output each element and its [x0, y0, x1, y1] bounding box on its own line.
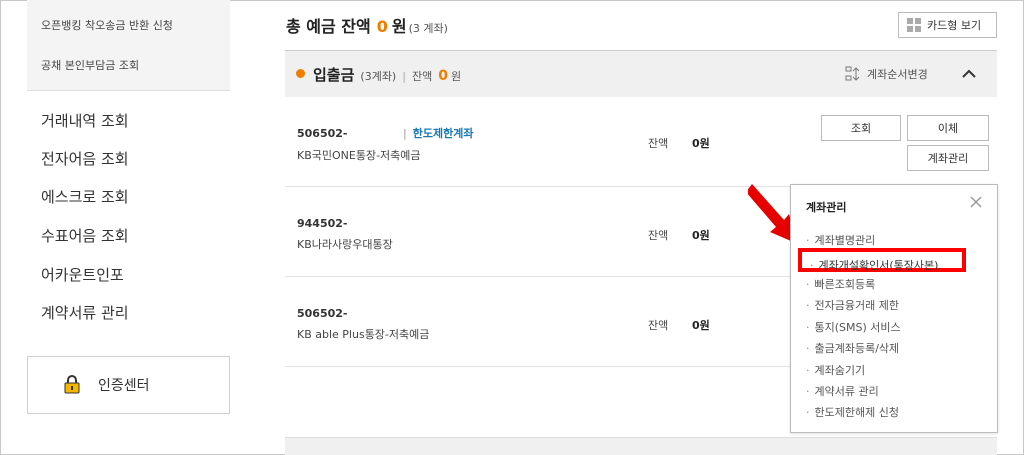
- total-balance-title: 총 예금 잔액: [286, 17, 371, 36]
- balance-label: 잔액: [648, 319, 669, 332]
- popup-item-e-finance-limit[interactable]: 전자금융거래 제한: [806, 297, 899, 313]
- next-section-header: [285, 437, 997, 455]
- popup-item-account-certificate[interactable]: 계좌개설확인서(통장사본): [810, 257, 939, 273]
- account-number: 506502-: [297, 307, 348, 320]
- popup-item-quick-inquiry[interactable]: 빠른조회등록: [806, 276, 876, 292]
- section-account-count: (3계좌): [360, 70, 397, 83]
- sidebar-item-transaction-history[interactable]: 거래내역 조회: [41, 110, 129, 131]
- cert-center-label: 인증센터: [98, 378, 150, 394]
- popup-item-alias[interactable]: 계좌별명관리: [806, 232, 876, 248]
- section-balance-amount: 0: [438, 68, 448, 84]
- change-account-order-button[interactable]: 계좌순서변경: [845, 66, 928, 82]
- card-view-label: 카드형 보기: [927, 19, 982, 32]
- popup-title: 계좌관리: [806, 201, 847, 214]
- grid-icon: [907, 18, 921, 32]
- account-name: KB able Plus통장-저축예금: [297, 328, 430, 341]
- total-balance-unit: 원: [391, 17, 407, 36]
- chevron-up-icon[interactable]: [961, 66, 977, 82]
- sidebar-item-account-info[interactable]: 어카운트인포: [41, 264, 124, 285]
- section-bullet-icon: [296, 69, 305, 78]
- total-account-count: (3 계좌): [408, 22, 448, 35]
- deposit-section-header: 입출금 (3계좌) | 잔액 0 원 계좌순서변경: [285, 50, 997, 97]
- account-manage-button[interactable]: 계좌관리: [907, 145, 989, 171]
- popup-item-contract-docs[interactable]: 계약서류 관리: [806, 383, 879, 399]
- balance-label: 잔액: [648, 137, 669, 150]
- account-number: 944502-: [297, 217, 348, 230]
- transfer-button[interactable]: 이체: [907, 115, 989, 141]
- balance-label: 잔액: [648, 229, 669, 242]
- section-divider: |: [402, 70, 406, 83]
- highlight-box: 계좌개설확인서(통장사본): [798, 248, 966, 272]
- sidebar-item-electronic-bill[interactable]: 전자어음 조회: [41, 148, 129, 169]
- limit-account-label: 한도제한계좌: [412, 127, 474, 140]
- account-manage-popup: 계좌관리 계좌별명관리 계좌개설확인서(통장사본) 빠른조회등록 전자금융거래 …: [790, 184, 998, 433]
- inquiry-button[interactable]: 조회: [821, 115, 901, 141]
- popup-item-sms-service[interactable]: 통지(SMS) 서비스: [806, 319, 901, 335]
- account-number: 506502-: [297, 127, 348, 140]
- total-balance-summary: 총 예금 잔액 0 원 (3 계좌): [286, 13, 448, 37]
- sidebar-item-contract-docs[interactable]: 계약서류 관리: [41, 302, 129, 323]
- section-balance-label: 잔액: [411, 70, 433, 83]
- section-title-group: 입출금 (3계좌) | 잔액 0 원: [313, 64, 461, 85]
- popup-item-withdraw-account[interactable]: 출금계좌등록/삭제: [806, 340, 900, 356]
- sidebar-submenu: 오픈뱅킹 착오송금 반환 신청 공채 본인부담금 조회: [27, 0, 230, 91]
- popup-item-limit-release[interactable]: 한도제한해제 신청: [806, 404, 899, 420]
- balance-value: 0원: [692, 137, 710, 150]
- account-row: 506502- | 한도제한계좌 KB국민ONE통장-저축예금 잔액 0원 조회 …: [285, 97, 997, 187]
- sidebar-subitem-openbanking-refund[interactable]: 오픈뱅킹 착오송금 반환 신청: [41, 17, 173, 33]
- account-name: KB나라사랑우대통장: [297, 238, 393, 251]
- account-name: KB국민ONE통장-저축예금: [297, 149, 421, 162]
- close-icon[interactable]: [969, 195, 983, 209]
- sidebar-item-escrow[interactable]: 에스크로 조회: [41, 186, 129, 207]
- sort-icon: [845, 66, 860, 81]
- card-view-button[interactable]: 카드형 보기: [898, 12, 997, 38]
- sidebar-subitem-bond-inquiry[interactable]: 공채 본인부담금 조회: [41, 57, 139, 73]
- cert-center-button[interactable]: 인증센터: [27, 356, 230, 414]
- balance-value: 0원: [692, 229, 710, 242]
- popup-item-hide-account[interactable]: 계좌숨기기: [806, 362, 866, 378]
- lock-icon: [64, 375, 80, 394]
- change-order-label: 계좌순서변경: [867, 68, 928, 81]
- section-balance-unit: 원: [450, 70, 462, 83]
- total-balance-amount: 0: [376, 17, 388, 36]
- section-title: 입출금: [313, 66, 355, 84]
- sidebar-item-check-bill[interactable]: 수표어음 조회: [41, 225, 129, 246]
- balance-value: 0원: [692, 319, 710, 332]
- limit-account-tag[interactable]: | 한도제한계좌: [403, 125, 473, 141]
